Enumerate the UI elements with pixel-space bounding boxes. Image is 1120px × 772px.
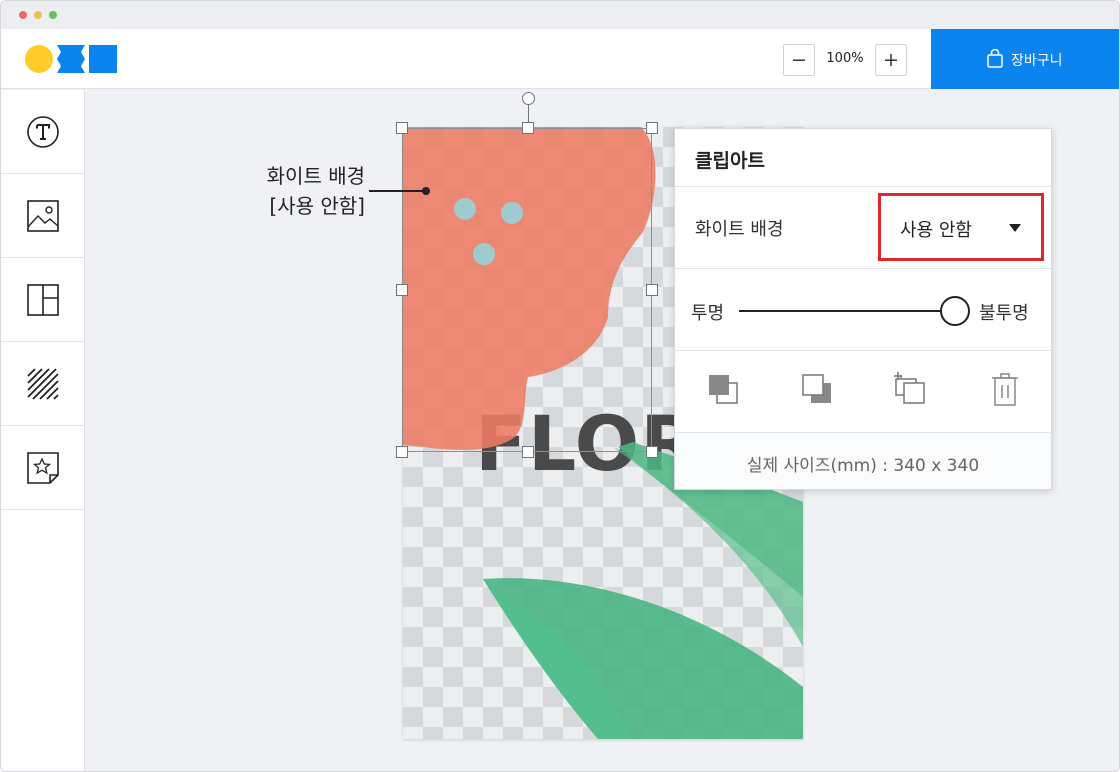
divider — [675, 268, 1051, 269]
zoom-level: 100% — [826, 51, 864, 66]
image-icon — [27, 200, 59, 232]
callout-pointer-dot — [422, 187, 430, 195]
resize-handle-top-right[interactable] — [646, 122, 658, 134]
selection-frame — [402, 128, 652, 452]
minus-icon — [793, 59, 805, 61]
image-tool[interactable] — [1, 174, 84, 258]
callout-line-2: [사용 안함] — [269, 194, 365, 218]
resize-handle-right[interactable] — [646, 284, 658, 296]
send-backward-icon — [802, 374, 831, 403]
white-background-value: 사용 안함 — [900, 220, 972, 241]
duplicate-button[interactable] — [892, 371, 928, 407]
transparent-label: 투명 — [691, 303, 725, 324]
caret-down-icon — [1009, 224, 1021, 232]
callout-line-1: 화이트 배경 — [266, 164, 365, 188]
opacity-slider-thumb[interactable] — [940, 296, 970, 326]
window-titlebar — [1, 1, 1119, 29]
opacity-slider-track[interactable] — [739, 310, 955, 312]
white-background-label: 화이트 배경 — [695, 219, 784, 240]
zoom-in-button[interactable] — [875, 44, 907, 76]
rotate-handle[interactable] — [522, 92, 535, 105]
tool-sidebar — [1, 90, 85, 771]
resize-handle-top[interactable] — [522, 122, 534, 134]
top-toolbar: 100% 장바구니 — [1, 29, 1119, 89]
divider — [675, 186, 1051, 187]
minimize-window-dot[interactable] — [34, 11, 42, 19]
text-tool[interactable] — [1, 90, 84, 174]
divider — [675, 350, 1051, 351]
resize-handle-top-left[interactable] — [396, 122, 408, 134]
plus-icon — [885, 54, 897, 66]
duplicate-icon — [894, 372, 925, 404]
panel-title: 클립아트 — [695, 150, 765, 172]
delete-button[interactable] — [987, 371, 1023, 407]
app-window: 100% 장바구니 FLORA 화이트 배경 [사용 안함] 클립아트 화이트 … — [0, 0, 1120, 772]
shopping-bag-icon — [987, 49, 1003, 68]
brand-logo[interactable] — [25, 45, 119, 73]
clipart-tool[interactable] — [1, 426, 84, 510]
opaque-label: 불투명 — [979, 303, 1029, 324]
cart-button[interactable]: 장바구니 — [931, 29, 1119, 89]
bring-forward-button[interactable] — [705, 371, 741, 407]
resize-handle-bottom-right[interactable] — [646, 446, 658, 458]
cart-label: 장바구니 — [1011, 53, 1063, 69]
resize-handle-left[interactable] — [396, 284, 408, 296]
maximize-window-dot[interactable] — [49, 11, 57, 19]
resize-handle-bottom-left[interactable] — [396, 446, 408, 458]
trash-icon — [992, 373, 1018, 406]
callout-annotation: 화이트 배경 [사용 안함] — [229, 161, 365, 221]
clipart-properties-panel: 클립아트 화이트 배경 사용 안함 투명 불투명 실제 사이즈(mm): 34… — [674, 128, 1052, 490]
text-t-icon — [27, 116, 59, 148]
resize-handle-bottom[interactable] — [522, 446, 534, 458]
layout-icon — [27, 284, 59, 316]
zoom-out-button[interactable] — [783, 44, 815, 76]
layout-tool[interactable] — [1, 258, 84, 342]
hatch-pattern-icon — [27, 368, 59, 400]
bring-forward-icon — [709, 375, 738, 404]
actual-size-text: 실제 사이즈(mm) : 340 x 340 — [746, 456, 980, 476]
send-backward-button[interactable] — [799, 371, 835, 407]
white-background-select[interactable]: 사용 안함 — [878, 193, 1044, 261]
close-window-dot[interactable] — [19, 11, 27, 19]
pattern-tool[interactable] — [1, 342, 84, 426]
callout-pointer-line — [369, 190, 425, 192]
star-sticker-icon — [27, 452, 59, 484]
